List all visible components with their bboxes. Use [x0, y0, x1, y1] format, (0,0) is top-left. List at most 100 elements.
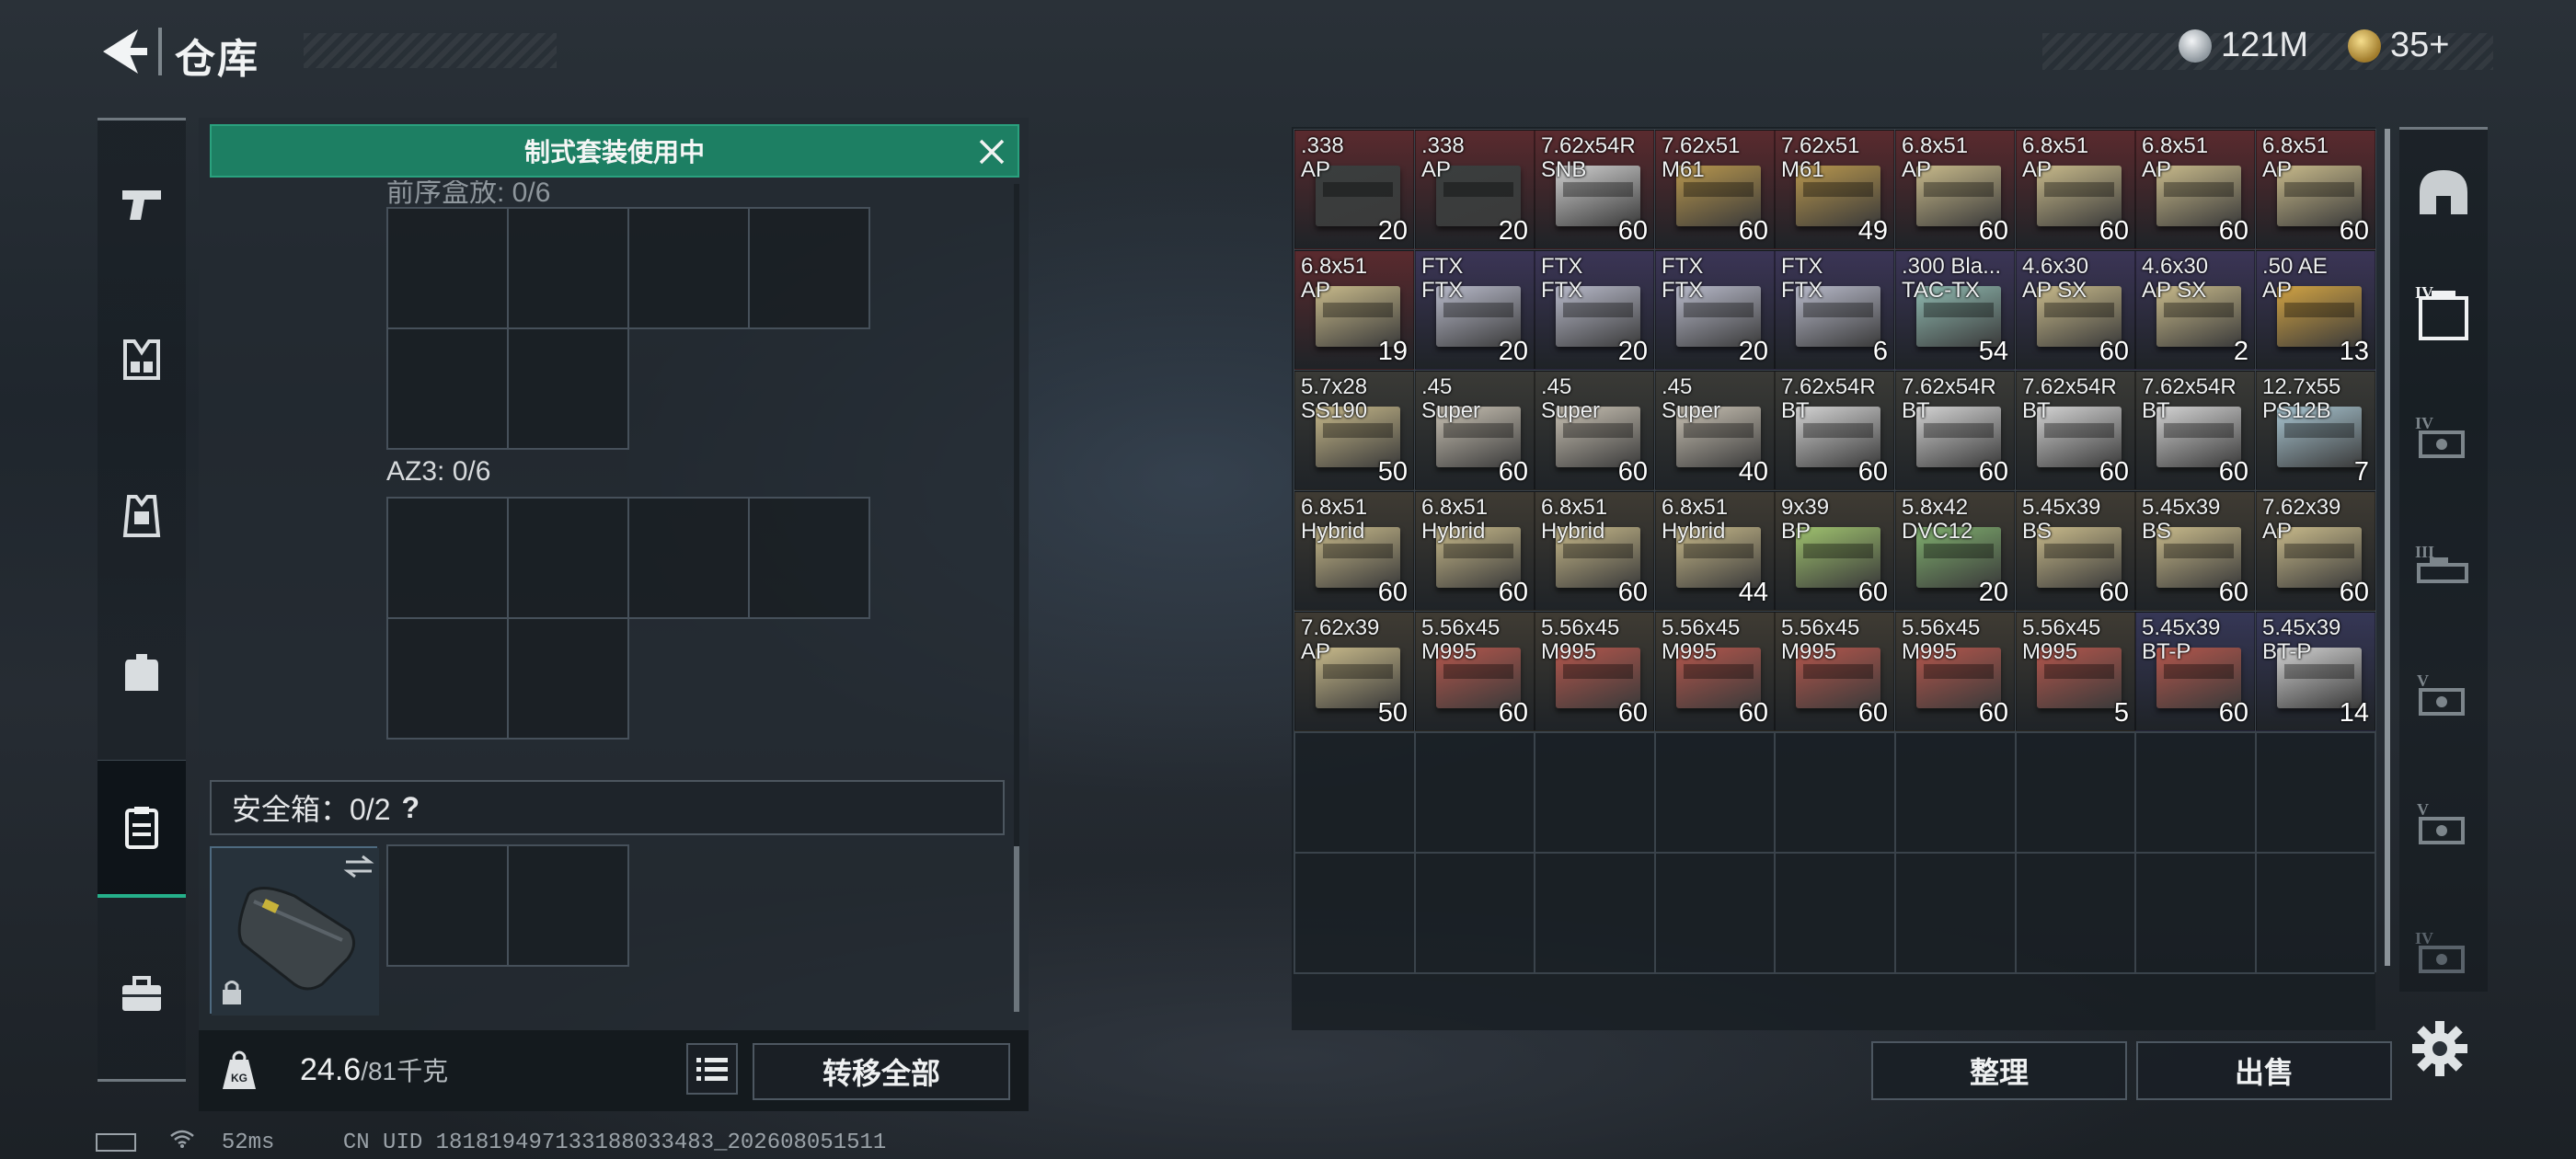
slot-cell[interactable] [386, 207, 509, 329]
sort-button[interactable]: 整理 [1871, 1041, 2127, 1100]
ammo-quantity: 60 [1857, 578, 1888, 607]
banner-text: 制式套装使用中 [523, 138, 705, 166]
ammo-item[interactable]: 6.8x51 AP 60 [2016, 130, 2135, 249]
ammo-item[interactable]: 5.56x45 M995 5 [2016, 612, 2135, 731]
ammo-item[interactable]: 7.62x51 M61 60 [1655, 130, 1775, 249]
ammo-item[interactable]: 5.56x45 M995 60 [1775, 612, 1894, 731]
ammo-item[interactable]: .50 AE AP 13 [2256, 250, 2375, 370]
sell-button[interactable]: 出售 [2136, 1041, 2392, 1100]
ammo-item[interactable]: 6.8x51 AP 19 [1294, 250, 1414, 370]
ammo-item[interactable]: .45 Super 40 [1655, 371, 1775, 490]
ammo-quantity: 40 [1738, 457, 1768, 487]
ammo-item[interactable]: .45 Super 60 [1415, 371, 1535, 490]
ammo-item[interactable]: 5.45x39 BS 60 [2135, 491, 2255, 611]
ammo-item[interactable]: 5.7x28 SS190 50 [1294, 371, 1414, 490]
loadout-scroll-thumb[interactable] [1014, 846, 1019, 1012]
slot-cell[interactable] [386, 327, 509, 450]
gold-currency[interactable]: 35+ [2348, 26, 2449, 65]
safe-box-help-icon[interactable]: ? [402, 791, 420, 825]
ammo-name: 5.7x28 SS190 [1301, 374, 1368, 423]
ammo-item[interactable]: 5.45x39 BT-P 14 [2256, 612, 2375, 731]
ammo-item[interactable]: 4.6x30 AP SX 2 [2135, 250, 2255, 370]
close-banner-button[interactable] [972, 132, 1012, 172]
ammo-name: 7.62x54R SNB [1541, 133, 1636, 182]
slot-cell[interactable] [748, 207, 870, 329]
ammo-item[interactable]: 6.8x51 Hybrid 44 [1655, 491, 1775, 611]
ammo-item[interactable]: .300 Bla... TAC-TX 54 [1895, 250, 2015, 370]
ammo-item[interactable]: 5.56x45 M995 60 [1415, 612, 1535, 731]
ammo-item[interactable]: 7.62x39 AP 50 [1294, 612, 1414, 731]
ammo-item[interactable]: FTX FTX 20 [1535, 250, 1654, 370]
ammo-item[interactable]: 6.8x51 Hybrid 60 [1535, 491, 1654, 611]
swap-icon[interactable] [342, 854, 375, 884]
ammo-item[interactable]: 4.6x30 AP SX 60 [2016, 250, 2135, 370]
ammo-item[interactable]: 7.62x54R BT 60 [1895, 371, 2015, 490]
ammo-item[interactable]: 6.8x51 AP 60 [2256, 130, 2375, 249]
ammo-item[interactable]: .338 AP 20 [1294, 130, 1414, 249]
safe-slot-cell[interactable] [507, 844, 629, 967]
tab-rifle-tier3[interactable]: III [2399, 510, 2488, 629]
title-decoration [304, 33, 557, 68]
az3-slot-cell[interactable] [627, 497, 750, 619]
tab-rifle-tier5[interactable]: V [2399, 638, 2488, 758]
az3-slot-cell[interactable] [748, 497, 870, 619]
ammo-name: .45 Super [1662, 374, 1721, 423]
nav-weapon[interactable] [98, 134, 186, 272]
battery-icon [96, 1132, 136, 1152]
nav-toolbox[interactable] [98, 925, 186, 1063]
ammo-item[interactable]: 7.62x51 M61 49 [1775, 130, 1894, 249]
ammo-quantity: 2 [2233, 337, 2248, 366]
settings-button[interactable] [2410, 1019, 2469, 1078]
nav-chest-rig[interactable] [98, 291, 186, 429]
ammo-item[interactable]: FTX FTX 20 [1415, 250, 1535, 370]
silver-currency[interactable]: 121M [2179, 26, 2308, 65]
list-view-button[interactable] [686, 1043, 738, 1095]
tab-rifle-tier4[interactable]: IV [2399, 381, 2488, 500]
ammo-item[interactable]: 7.62x54R SNB 60 [1535, 130, 1654, 249]
backpack-icon [125, 654, 158, 691]
ammo-item[interactable]: 5.45x39 BS 60 [2016, 491, 2135, 611]
ammo-item[interactable]: 5.8x42 DVC12 20 [1895, 491, 2015, 611]
nav-storage-case[interactable] [98, 760, 186, 898]
ammo-item[interactable]: 5.45x39 BT-P 60 [2135, 612, 2255, 731]
ammo-item[interactable]: 9x39 BP 60 [1775, 491, 1894, 611]
ammo-quantity: 60 [1857, 698, 1888, 728]
ammo-item[interactable]: .338 AP 20 [1415, 130, 1535, 249]
warehouse-scroll-thumb[interactable] [2385, 129, 2390, 966]
az3-slot-cell[interactable] [386, 497, 509, 619]
slot-cell[interactable] [627, 207, 750, 329]
ammo-item[interactable]: 6.8x51 Hybrid 60 [1294, 491, 1414, 611]
ammo-item[interactable]: 5.56x45 M995 60 [1535, 612, 1654, 731]
page-title: 仓库 [175, 37, 259, 82]
tab-helmet[interactable] [2399, 132, 2488, 252]
az3-slot-cell[interactable] [386, 617, 509, 740]
tab-rifle-tier5[interactable]: V [2399, 767, 2488, 887]
slot-cell[interactable] [507, 207, 629, 329]
nav-armor[interactable] [98, 447, 186, 585]
ammo-item[interactable]: 6.8x51 AP 60 [2135, 130, 2255, 249]
ammo-item[interactable]: 6.8x51 Hybrid 60 [1415, 491, 1535, 611]
nav-backpack[interactable] [98, 603, 186, 741]
ammo-item[interactable]: 7.62x54R BT 60 [2016, 371, 2135, 490]
ammo-item[interactable]: 7.62x54R BT 60 [1775, 371, 1894, 490]
ammo-item[interactable]: FTX FTX 20 [1655, 250, 1775, 370]
slot-cell[interactable] [507, 327, 629, 450]
title-divider [158, 28, 162, 75]
ammo-item[interactable]: 7.62x39 AP 60 [2256, 491, 2375, 611]
ammo-item[interactable]: .45 Super 60 [1535, 371, 1654, 490]
tab-rifle-tier4[interactable]: IV [2399, 896, 2488, 1016]
back-button[interactable] [96, 26, 151, 77]
az3-slot-cell[interactable] [507, 497, 629, 619]
ammo-name: 7.62x39 AP [2262, 495, 2341, 544]
ammo-item[interactable]: 5.56x45 M995 60 [1655, 612, 1775, 731]
safe-slot-cell[interactable] [386, 844, 509, 967]
ammo-item[interactable]: 6.8x51 AP 60 [1895, 130, 2015, 249]
ammo-item[interactable]: 5.56x45 M995 60 [1895, 612, 2015, 731]
az3-slot-cell[interactable] [507, 617, 629, 740]
tab-case-tier4[interactable]: IV [2399, 252, 2488, 372]
ammo-item[interactable]: 12.7x55 PS12B 7 [2256, 371, 2375, 490]
ammo-item[interactable]: FTX FTX 6 [1775, 250, 1894, 370]
ammo-quantity: 60 [2099, 578, 2129, 607]
ammo-item[interactable]: 7.62x54R BT 60 [2135, 371, 2255, 490]
transfer-all-button[interactable]: 转移全部 [753, 1043, 1010, 1100]
